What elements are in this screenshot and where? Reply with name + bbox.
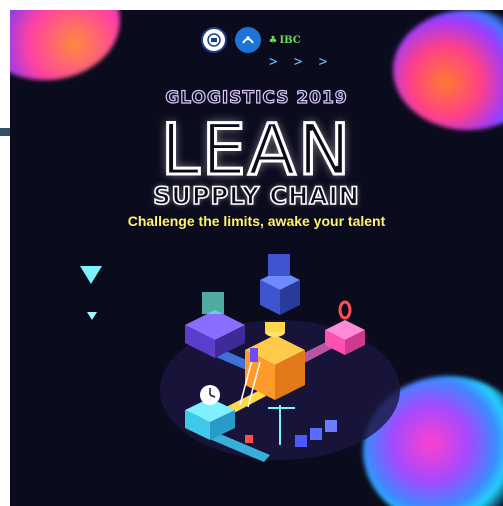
isometric-supply-chain-illustration xyxy=(160,254,400,462)
triangle-large-icon xyxy=(80,266,102,284)
university-seal-icon xyxy=(200,27,227,53)
tagline: Challenge the limits, awake your talent xyxy=(127,213,386,229)
headline: LEAN xyxy=(159,109,353,192)
event-title: GLOGISTICS 2019 xyxy=(165,87,348,108)
ibc-logo-text: IBC xyxy=(279,34,301,46)
ibc-logo: ♣ IBC xyxy=(269,35,313,46)
sponsor-logos: ♣ IBC xyxy=(10,20,503,60)
leaf-icon: ♣ xyxy=(268,34,278,46)
left-edge-strip xyxy=(0,128,10,136)
chevron-arrows: > > > xyxy=(269,54,332,70)
club-emblem-icon xyxy=(234,27,261,53)
subheadline: SUPPLY CHAIN xyxy=(152,181,360,211)
triangle-small-icon xyxy=(87,312,97,320)
event-poster: ♣ IBC > > > GLOGISTICS 2019 LEAN SUPPLY … xyxy=(10,10,503,506)
